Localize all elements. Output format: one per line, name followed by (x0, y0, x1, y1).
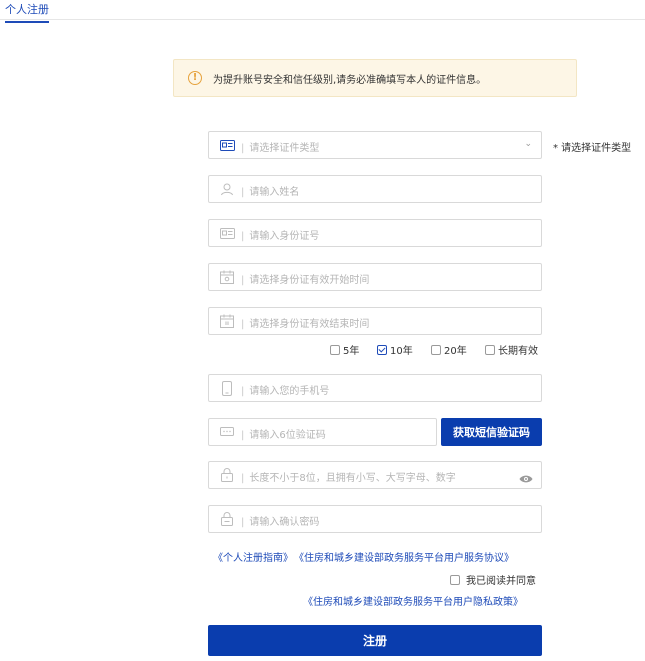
checkbox-checked[interactable] (377, 344, 387, 355)
notice-text: 为提升账号安全和信任级别,请务必准确填写本人的证件信息。 (213, 75, 487, 86)
warning-icon: ! (188, 71, 202, 85)
id-type-hint: * 请选择证件类型 (553, 143, 632, 154)
chevron-down-icon: ⌄ (524, 139, 532, 149)
eye-icon[interactable] (519, 469, 533, 483)
id-type-placeholder: 请选择证件类型 (241, 139, 319, 154)
tab-divider (0, 19, 645, 20)
password-placeholder: 长度不小于8位，且拥有小写、大写字母、数字 (241, 469, 455, 484)
start-date-input[interactable]: 请选择身份证有效开始时间 (208, 263, 542, 291)
validity-option-permanent[interactable]: 长期有效 (485, 342, 538, 357)
lock-icon (219, 467, 235, 483)
register-guide-link[interactable]: 《个人注册指南》 (213, 553, 293, 564)
register-button[interactable]: 注册 (208, 625, 542, 656)
validity-option-5y[interactable]: 5年 (330, 342, 359, 357)
checkbox[interactable] (485, 344, 495, 355)
get-sms-code-button[interactable]: 获取短信验证码 (441, 418, 542, 446)
validity-option-10y[interactable]: 10年 (377, 342, 413, 357)
validity-option-20y[interactable]: 20年 (431, 342, 467, 357)
agreement-links: 《个人注册指南》 《住房和城乡建设部政务服务平台用户服务协议》 (213, 549, 520, 564)
id-card-icon (219, 225, 235, 241)
id-number-placeholder: 请输入身份证号 (241, 227, 319, 242)
tab-bar: 个人注册 (0, 0, 645, 23)
sms-code-input[interactable]: 请输入6位验证码 (208, 418, 437, 446)
name-input[interactable]: 请输入姓名 (208, 175, 542, 203)
confirm-password-input[interactable]: 请输入确认密码 (208, 505, 542, 533)
name-placeholder: 请输入姓名 (241, 183, 299, 198)
calendar-icon (219, 313, 235, 329)
sms-code-placeholder: 请输入6位验证码 (241, 426, 325, 441)
agree-checkbox-row[interactable]: 我已阅读并同意 (450, 572, 536, 587)
id-type-select[interactable]: 请选择证件类型 ⌄ (208, 131, 542, 159)
id-number-input[interactable]: 请输入身份证号 (208, 219, 542, 247)
service-agreement-link[interactable]: 《住房和城乡建设部政务服务平台用户服务协议》 (299, 553, 514, 564)
confirm-password-placeholder: 请输入确认密码 (241, 513, 319, 528)
notice-banner: ! 为提升账号安全和信任级别,请务必准确填写本人的证件信息。 (173, 59, 577, 97)
id-card-icon (219, 137, 235, 153)
lock-icon (219, 511, 235, 527)
agree-label: 我已阅读并同意 (466, 576, 536, 587)
phone-input[interactable]: 请输入您的手机号 (208, 374, 542, 402)
password-input[interactable]: 长度不小于8位，且拥有小写、大写字母、数字 (208, 461, 542, 489)
phone-placeholder: 请输入您的手机号 (241, 382, 329, 397)
privacy-policy-link[interactable]: 《住房和城乡建设部政务服务平台用户隐私政策》 (303, 593, 523, 608)
end-date-placeholder: 请选择身份证有效结束时间 (241, 315, 369, 330)
message-icon (219, 424, 235, 440)
user-icon (219, 181, 235, 197)
end-date-input[interactable]: 请选择身份证有效结束时间 (208, 307, 542, 335)
agree-checkbox[interactable] (450, 574, 460, 585)
phone-icon (219, 380, 235, 396)
checkbox[interactable] (330, 344, 340, 355)
checkbox[interactable] (431, 344, 441, 355)
start-date-placeholder: 请选择身份证有效开始时间 (241, 271, 369, 286)
calendar-icon (219, 269, 235, 285)
